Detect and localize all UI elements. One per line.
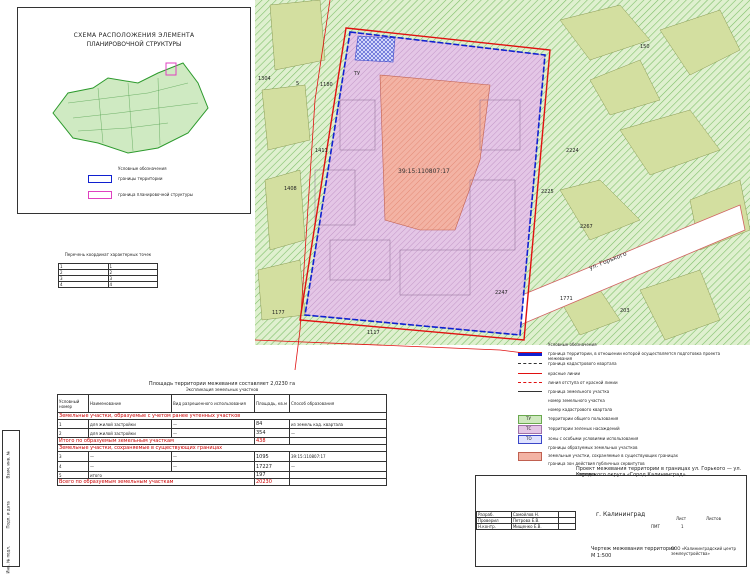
inset-map (52, 62, 209, 154)
table-row: 2 для жилой застройки —354— (57, 428, 387, 438)
sheet-value: 1 (681, 524, 684, 529)
table-row: 3— —1095 39:15:110807:17 (57, 451, 387, 462)
coords-table: 11 22 33 44 (58, 263, 158, 288)
svg-text:1177: 1177 (272, 310, 285, 316)
drawing-title: Чертеж межевания территории (591, 546, 676, 552)
legend-label: границы образуемых земельных участков (548, 445, 638, 450)
table-row: Всего по образуемым земельным участкам 20… (57, 478, 387, 486)
side-stamp: Инв. № подл. Подп. и дата Взам. инв. № (2, 430, 20, 574)
plots-table-subtitle: Экспликация земельных участков (185, 387, 259, 392)
coords-table-block: Перечень координат характерных точек 11 … (58, 252, 158, 288)
svg-text:1771: 1771 (560, 296, 573, 302)
svg-text:150: 150 (640, 44, 650, 50)
legend-label: земельные участки, сохраняемые в существ… (548, 453, 679, 458)
signatures-table: Разраб. Самойлов Н. Проверил Петрова Е.В. … (476, 511, 576, 530)
zone-blue-cross (354, 35, 396, 63)
table-row: Земельные участки, образуемые с учетом р… (57, 412, 387, 420)
inset-legend-magenta-label: граница планировочной структуры (118, 192, 193, 197)
legend-swatch-boundary (518, 352, 542, 356)
svg-text:2247: 2247 (495, 290, 508, 296)
table-header-row: Условный номер Наименование Вид разрешен… (57, 394, 387, 413)
title-block: Проект межевания территории в границах у… (475, 466, 747, 567)
svg-text:1117: 1117 (367, 330, 380, 336)
legend-swatch-label-ts: ТС (526, 426, 532, 431)
table-row: 44 (58, 281, 158, 288)
svg-text:203: 203 (620, 308, 630, 314)
legend-swatch-parcel (518, 391, 542, 392)
legend-label: красные линии (548, 371, 581, 376)
inset-panel: СХЕМА РАСПОЛОЖЕНИЯ ЭЛЕМЕНТА ПЛАНИРОВОЧНО… (17, 7, 251, 214)
inset-legend-blue-label: границы территории (118, 176, 163, 181)
table-row: 4— —17227— (57, 461, 387, 472)
svg-text:2224: 2224 (566, 148, 579, 154)
legend-label: территории общего пользования (548, 416, 619, 421)
svg-text:2225: 2225 (541, 189, 554, 195)
sheet-label: Лист (676, 516, 687, 521)
legend-label: граница кадастрового квартала (548, 361, 617, 366)
table-row: Н.контр. Мищенко Е.В. (476, 523, 576, 530)
inset-legend-magenta-swatch (88, 191, 112, 199)
legend-label: граница земельного участка (548, 389, 610, 394)
legend-swatch-setback (518, 382, 542, 383)
map-legend: Условные обозначения граница территории,… (518, 342, 743, 466)
table-row: Земельные участки, сохраняемые в существ… (57, 444, 387, 452)
svg-text:1411: 1411 (315, 148, 328, 154)
stage-value: ПМТ (651, 524, 660, 529)
legend-label: территории зеленых насаждений (548, 426, 620, 431)
legend-label: номер кадастрового квартала (548, 407, 613, 412)
legend-label: зоны с особыми условиями использования (548, 436, 639, 441)
side-stamp-label: Подп. и дата (5, 501, 11, 529)
inset-legend-blue-swatch (88, 175, 112, 183)
table-row: 1 для жилой застройки —84 из земель кад. кв… (57, 419, 387, 429)
project-subtitle: городского округа «Город Калининград» (576, 472, 686, 478)
legend-swatch-quarter (518, 363, 542, 364)
zone-small-label: ТУ (353, 71, 360, 77)
legend-swatch-salmon (518, 452, 542, 461)
legend-label: линия отступа от красной линии (548, 380, 618, 385)
legend-swatch-label-to: ТО (526, 436, 532, 441)
legend-swatch-label-tu: ТУ (526, 416, 531, 421)
legend-title: Условные обозначения (548, 342, 597, 347)
legend-swatch-red-line (518, 373, 542, 374)
svg-text:1304: 1304 (258, 76, 271, 82)
table-row: Итого по образуемым земельным участкам 43… (57, 437, 387, 445)
sheets-label: Листов (706, 516, 721, 521)
coords-table-title: Перечень координат характерных точек (64, 252, 152, 257)
table-row: 5 итого 197 (57, 471, 387, 479)
plots-table: Условный номер Наименование Вид разрешен… (57, 394, 387, 486)
svg-text:1408: 1408 (284, 186, 297, 192)
side-stamp-label: Взам. инв. № (5, 451, 11, 479)
city-label: г. Калининград (596, 511, 646, 518)
legend-label: граница территории, в отношении которой … (548, 351, 721, 361)
inset-title-2: ПЛАНИРОВОЧНОЙ СТРУКТУРЫ (86, 41, 182, 48)
svg-text:5: 5 (296, 81, 299, 87)
side-stamp-label: Инв. № подл. (5, 545, 11, 574)
svg-text:2267: 2267 (580, 224, 593, 230)
legend-label: номер земельного участка (548, 398, 605, 403)
drawing-scale: М 1:500 (591, 553, 612, 559)
svg-text:1180: 1180 (320, 82, 333, 88)
plots-table-block: Площадь территории межевания составляет … (57, 381, 387, 486)
cadastral-center-label: 39:15:110807:17 (398, 168, 450, 175)
inset-title-1: СХЕМА РАСПОЛОЖЕНИЯ ЭЛЕМЕНТА (73, 32, 195, 39)
org-name: ООО «Калининградский центр землеустройст… (671, 546, 737, 556)
inset-legend-title: Условные обозначения (118, 166, 167, 171)
